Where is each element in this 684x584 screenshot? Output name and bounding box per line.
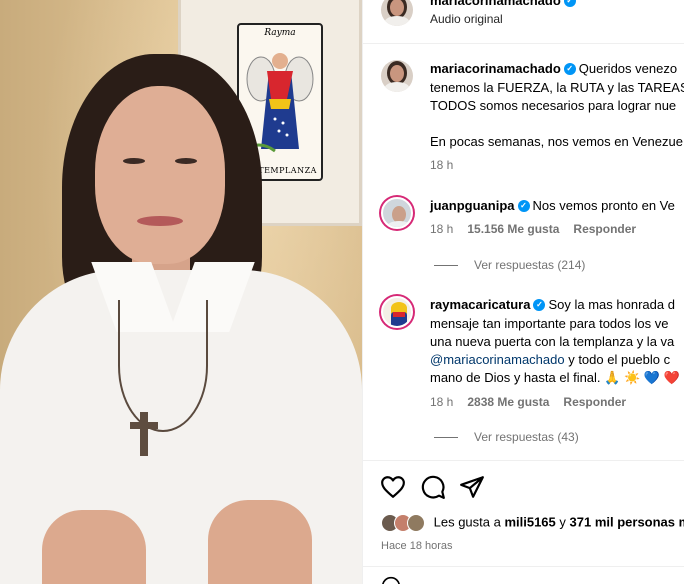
comment-time[interactable]: 18 h — [430, 395, 453, 409]
header-avatar[interactable] — [381, 0, 413, 26]
cross-pendant-bar — [130, 422, 158, 429]
caption-meta: 18 h — [430, 158, 467, 172]
caption-line-2: tenemos la FUERZA, la RUTA y las TAREAS — [430, 80, 684, 95]
send-icon[interactable] — [459, 474, 485, 500]
mention-link[interactable]: @mariacorinamachado — [430, 352, 565, 367]
reply-button[interactable]: Responder — [573, 222, 636, 236]
right-eye — [175, 158, 197, 164]
comment-line-3: una nueva puerta con la templanza y la v… — [430, 334, 675, 349]
liker-username[interactable]: mili5165 — [504, 514, 555, 529]
mouth — [137, 216, 183, 226]
likes-summary: Les gusta a mili5165 y 371 mil personas … — [381, 514, 684, 532]
comment-avatar[interactable] — [381, 296, 413, 328]
comment-line-5: mano de Dios y hasta el final. 🙏 ☀️ 💙 ❤️ — [430, 370, 680, 385]
header-divider — [363, 43, 684, 44]
emoji-icon[interactable] — [381, 576, 401, 584]
verified-icon: ✓ — [563, 62, 576, 75]
cross-pendant — [140, 412, 148, 456]
header-username[interactable]: mariacorinamachado — [430, 0, 561, 8]
speaker-face — [95, 86, 225, 264]
comment-line-2: mensaje tan importante para todos los ve — [430, 316, 669, 331]
necklace — [118, 300, 208, 432]
action-bar-divider — [363, 460, 684, 461]
footer-divider — [363, 566, 684, 567]
poster-signature: Rayma — [264, 28, 296, 38]
comment-text: raymacaricatura ✓ Soy la mas honrada d — [430, 297, 675, 312]
comment-likes[interactable]: 15.156 Me gusta — [467, 222, 559, 236]
comment-avatar[interactable] — [381, 197, 413, 229]
video-player[interactable]: Rayma LA TEMPLANZA — [0, 0, 362, 584]
verified-icon: ✓ — [533, 298, 546, 311]
comment-line-4: @mariacorinamachado y todo el pueblo c — [430, 352, 671, 367]
liker-avatars[interactable] — [381, 514, 425, 532]
caption-line-3: TODOS somos necesarios para lograr nue — [430, 98, 677, 113]
comment-username[interactable]: raymacaricatura — [430, 297, 530, 312]
replies-line — [434, 437, 458, 439]
caption-time[interactable]: 18 h — [430, 158, 453, 172]
comment-username[interactable]: juanpguanipa — [430, 198, 515, 213]
comment-text: juanpguanipa ✓ Nos vemos pronto en Ve — [430, 198, 675, 213]
caption-line-4: En pocas semanas, nos vemos en Venezue — [430, 134, 683, 149]
reply-button[interactable]: Responder — [563, 395, 626, 409]
verified-icon: ✓ — [563, 0, 576, 7]
caption-avatar[interactable] — [381, 60, 413, 92]
view-replies-button[interactable]: Ver respuestas (43) — [434, 430, 579, 444]
header-username-row: mariacorinamachado ✓ — [430, 0, 579, 10]
heart-icon[interactable] — [380, 474, 406, 500]
likes-count[interactable]: 371 mil personas m — [570, 514, 684, 529]
comment-likes[interactable]: 2838 Me gusta — [467, 395, 549, 409]
comment-icon[interactable] — [420, 474, 446, 500]
comment-meta: 18 h 15.156 Me gusta Responder — [430, 222, 650, 236]
caption-username[interactable]: mariacorinamachado — [430, 61, 561, 76]
comments-panel: mariacorinamachado ✓ Audio original maria… — [362, 0, 684, 584]
verified-icon: ✓ — [517, 199, 530, 212]
comment-meta: 18 h 2838 Me gusta Responder — [430, 395, 640, 409]
left-eye — [123, 158, 145, 164]
replies-line — [434, 265, 458, 267]
audio-label[interactable]: Audio original — [430, 10, 503, 28]
speaker-right-hand — [208, 500, 312, 584]
comment-time[interactable]: 18 h — [430, 222, 453, 236]
caption-line-1: mariacorinamachado ✓ Queridos venezo — [430, 61, 678, 76]
speaker-left-hand — [42, 510, 146, 584]
post-time-ago[interactable]: Hace 18 horas — [381, 540, 453, 552]
view-replies-button[interactable]: Ver respuestas (214) — [434, 258, 585, 272]
